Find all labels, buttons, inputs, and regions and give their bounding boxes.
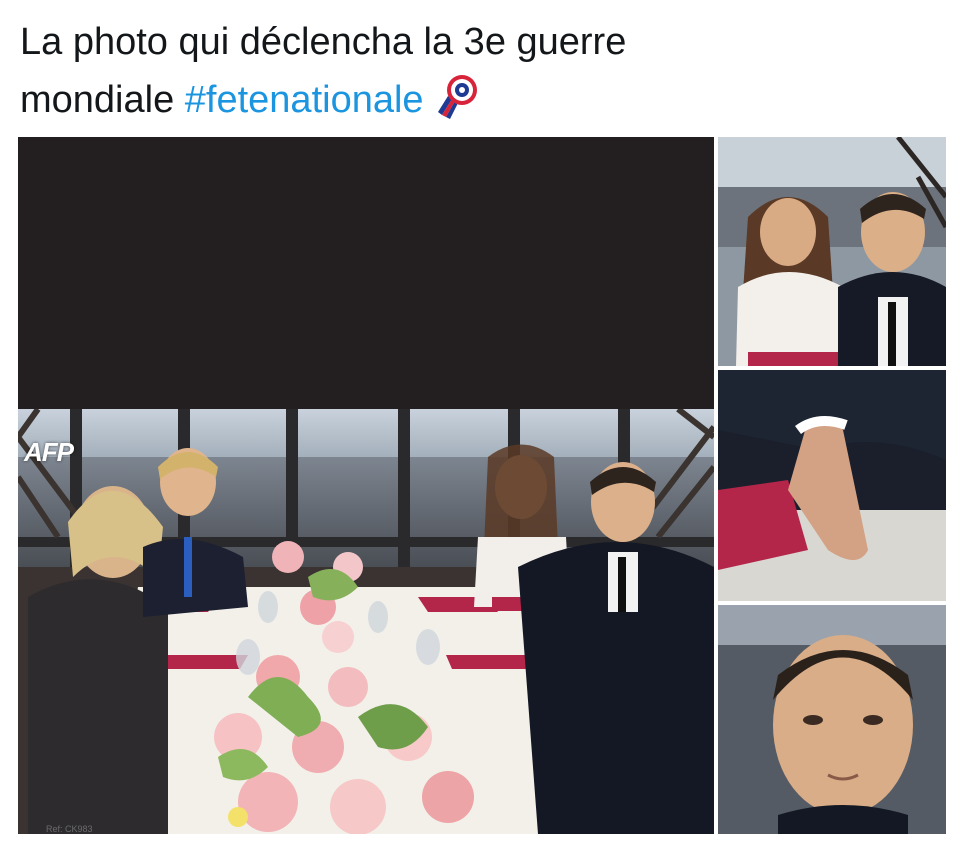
face-closeup-illustration <box>718 605 946 834</box>
hand-closeup-illustration <box>718 370 946 601</box>
side-photo-couple[interactable] <box>718 137 946 366</box>
tweet-text-line2: mondiale <box>20 79 175 121</box>
main-photo[interactable]: AFP Ref: CK983 <box>18 137 714 834</box>
side-photo-face[interactable] <box>718 605 946 834</box>
hashtag-link[interactable]: #fetenationale <box>185 79 424 121</box>
photo-black-band <box>18 137 714 409</box>
side-photo-hand[interactable] <box>718 370 946 601</box>
tweet-text: La photo qui déclencha la 3e guerre mond… <box>20 14 920 128</box>
couple-closeup-illustration <box>718 137 946 366</box>
photo-credit: Ref: CK983 <box>46 824 93 834</box>
media-grid[interactable]: AFP Ref: CK983 <box>18 137 946 834</box>
tweet-text-line1: La photo qui déclencha la 3e guerre <box>20 21 627 63</box>
rosette-icon <box>426 70 480 120</box>
afp-watermark: AFP <box>24 437 74 467</box>
